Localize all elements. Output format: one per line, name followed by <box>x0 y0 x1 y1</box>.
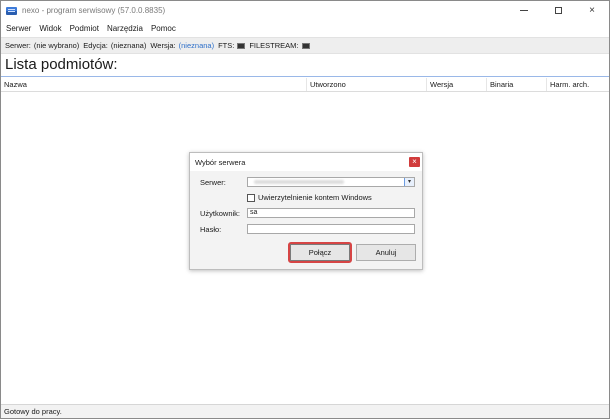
dialog-title: Wybór serwera <box>195 157 246 167</box>
info-server-label: Serwer: <box>5 41 31 50</box>
menu-item-pomoc[interactable]: Pomoc <box>148 24 179 33</box>
page-title: Lista podmiotów: <box>5 56 118 73</box>
close-icon: × <box>589 4 595 16</box>
menu-item-narzedzia[interactable]: Narzędzia <box>104 24 146 33</box>
dialog-close-button[interactable]: × <box>409 157 420 167</box>
info-server: Serwer: (nie wybrano) <box>5 41 79 50</box>
server-label: Serwer: <box>200 178 226 187</box>
window-title: nexo - program serwisowy (57.0.0.8835) <box>22 6 166 15</box>
server-name-redacted <box>254 180 344 184</box>
user-input[interactable]: sa <box>247 208 415 218</box>
server-selection-dialog: Wybór serwera × Serwer: ▾ Uwierzytelnien… <box>189 152 423 270</box>
info-server-value: (nie wybrano) <box>33 41 80 50</box>
info-fts: FTS: <box>218 41 246 50</box>
fts-indicator-icon <box>237 42 246 49</box>
password-label: Hasło: <box>200 225 222 234</box>
info-edition-value: (nieznana) <box>110 41 147 50</box>
column-header-utworzono[interactable]: Utworzono <box>306 78 426 91</box>
info-version-value: (nieznana) <box>178 41 215 50</box>
dialog-title-bar: Wybór serwera × <box>190 153 422 171</box>
menu-item-widok[interactable]: Widok <box>36 24 64 33</box>
close-icon: × <box>412 157 417 166</box>
column-header-binaria[interactable]: Binaria <box>486 78 546 91</box>
windows-auth-label[interactable]: Uwierzytelnienie kontem Windows <box>258 193 372 202</box>
server-info-bar: Serwer: (nie wybrano) Edycja: (nieznana)… <box>1 37 609 54</box>
info-filestream: FILESTREAM: <box>249 41 310 50</box>
minimize-icon <box>520 10 528 11</box>
user-label: Użytkownik: <box>200 209 241 218</box>
column-header-nazwa[interactable]: Nazwa <box>1 78 306 91</box>
server-combobox[interactable]: ▾ <box>247 177 415 187</box>
column-header-harm-arch[interactable]: Harm. arch. <box>546 78 609 91</box>
windows-auth-checkbox[interactable] <box>247 193 255 202</box>
password-input[interactable] <box>247 224 415 234</box>
maximize-icon <box>554 7 562 14</box>
info-edition-label: Edycja: <box>83 41 108 50</box>
minimize-button[interactable] <box>507 1 541 20</box>
menu-item-serwer[interactable]: Serwer <box>3 24 34 33</box>
column-header-wersja[interactable]: Wersja <box>426 78 486 91</box>
menu-bar: Serwer Widok Podmiot Narzędzia Pomoc <box>1 20 609 36</box>
info-fts-label: FTS: <box>218 41 235 50</box>
windows-auth-row: Uwierzytelnienie kontem Windows <box>247 193 372 202</box>
menu-item-podmiot[interactable]: Podmiot <box>67 24 102 33</box>
chevron-down-icon[interactable]: ▾ <box>404 178 414 186</box>
entities-table-header: Nazwa Utworzono Wersja Binaria Harm. arc… <box>1 78 609 92</box>
connect-button[interactable]: Połącz <box>290 244 350 261</box>
main-window: nexo - program serwisowy (57.0.0.8835) ×… <box>0 0 610 419</box>
cancel-button[interactable]: Anuluj <box>356 244 416 261</box>
filestream-indicator-icon <box>301 42 310 49</box>
title-bar: nexo - program serwisowy (57.0.0.8835) × <box>1 1 609 20</box>
title-divider <box>1 76 609 77</box>
info-version-label: Wersja: <box>150 41 176 50</box>
info-filestream-label: FILESTREAM: <box>249 41 299 50</box>
info-version: Wersja: (nieznana) <box>150 41 214 50</box>
maximize-button[interactable] <box>541 1 575 20</box>
app-logo-icon <box>6 6 17 15</box>
close-window-button[interactable]: × <box>575 1 609 20</box>
window-controls: × <box>507 1 609 20</box>
status-bar: Gotowy do pracy. <box>1 404 609 418</box>
info-edition: Edycja: (nieznana) <box>83 41 146 50</box>
